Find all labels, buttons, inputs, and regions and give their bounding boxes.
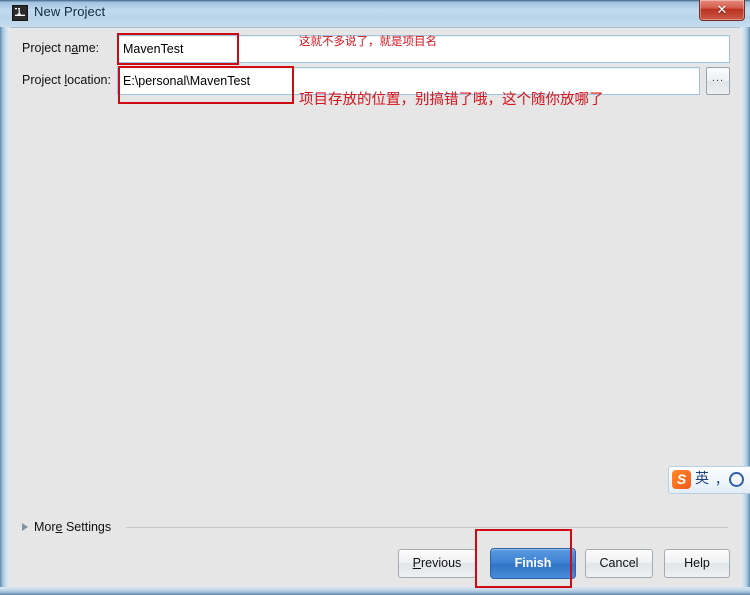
sogou-brand-letter: S (676, 471, 687, 487)
window-frame-left-edge (0, 27, 10, 595)
title-bar[interactable]: New Project ✕ (0, 0, 750, 27)
more-settings-label: More Settings (34, 520, 112, 534)
intellij-idea-icon (12, 5, 28, 21)
more-settings-separator (126, 527, 728, 528)
project-location-value: E:\personal\MavenTest (123, 74, 251, 88)
ellipsis-icon: ... (711, 72, 725, 84)
dialog-client-area: Project name: MavenTest Project location… (10, 27, 740, 587)
more-settings-toggle[interactable]: More Settings (22, 519, 728, 537)
project-name-label: Project name: (22, 41, 100, 55)
sogou-logo-icon[interactable]: S (672, 470, 691, 489)
triangle-right-icon (22, 523, 28, 531)
project-name-value: MavenTest (123, 42, 184, 56)
sogou-ime-toolbar[interactable]: S 英 ， (668, 466, 750, 494)
close-icon: ✕ (716, 2, 728, 17)
window-title: New Project (34, 4, 106, 19)
help-button[interactable]: Help (664, 549, 730, 578)
ime-language-mode[interactable]: 英 (695, 470, 709, 489)
project-location-label: Project location: (22, 73, 111, 87)
project-name-annotation-text: 这就不多说了，就是项目名 (299, 34, 437, 48)
ime-shape-icon[interactable] (729, 472, 744, 487)
cancel-button[interactable]: Cancel (585, 549, 653, 578)
browse-location-button[interactable]: ... (706, 67, 730, 95)
previous-button[interactable]: Previous (398, 549, 476, 578)
new-project-dialog-window: New Project ✕ Project name: MavenTest Pr… (0, 0, 750, 595)
project-location-annotation-text: 项目存放的位置，别搞错了哦，这个随你放哪了 (299, 92, 604, 108)
window-frame-bottom-edge (0, 587, 750, 595)
ime-punctuation-icon[interactable]: ， (715, 470, 728, 489)
close-button[interactable]: ✕ (699, 0, 745, 21)
finish-button[interactable]: Finish (490, 548, 576, 579)
window-frame-right-edge (740, 27, 750, 595)
